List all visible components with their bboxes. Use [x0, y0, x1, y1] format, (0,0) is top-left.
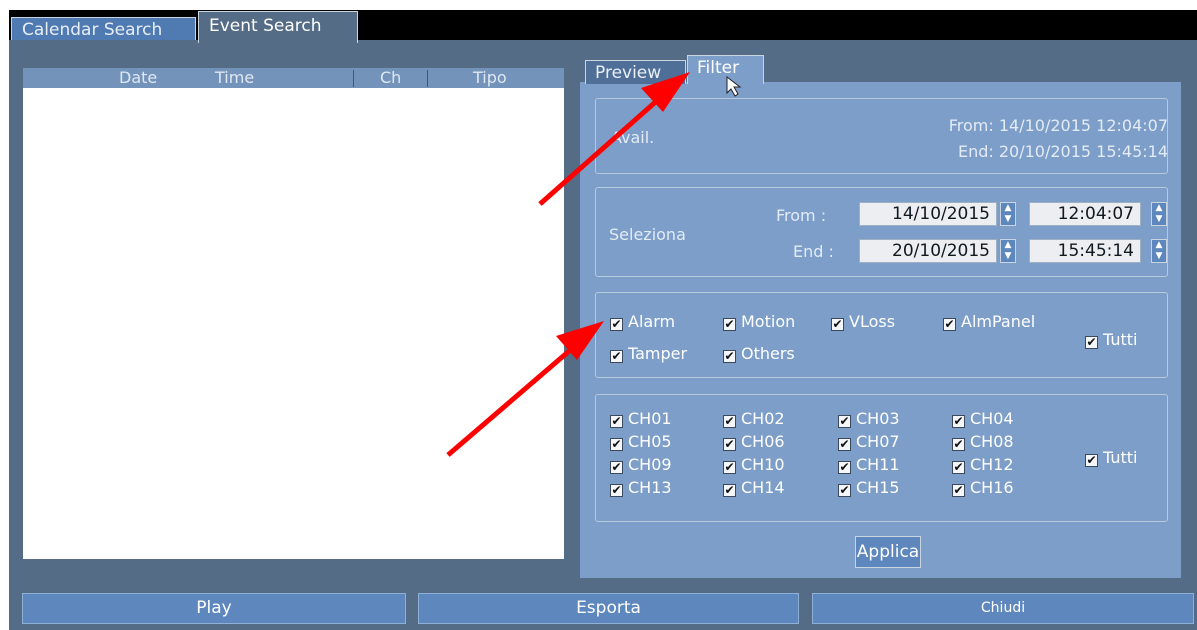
arrow-to-filter-tab-icon: [538, 72, 690, 206]
arrow-to-alarm-checkbox-icon: [446, 321, 604, 457]
mouse-cursor-icon: [726, 75, 742, 97]
annotation-overlay: [446, 72, 742, 457]
